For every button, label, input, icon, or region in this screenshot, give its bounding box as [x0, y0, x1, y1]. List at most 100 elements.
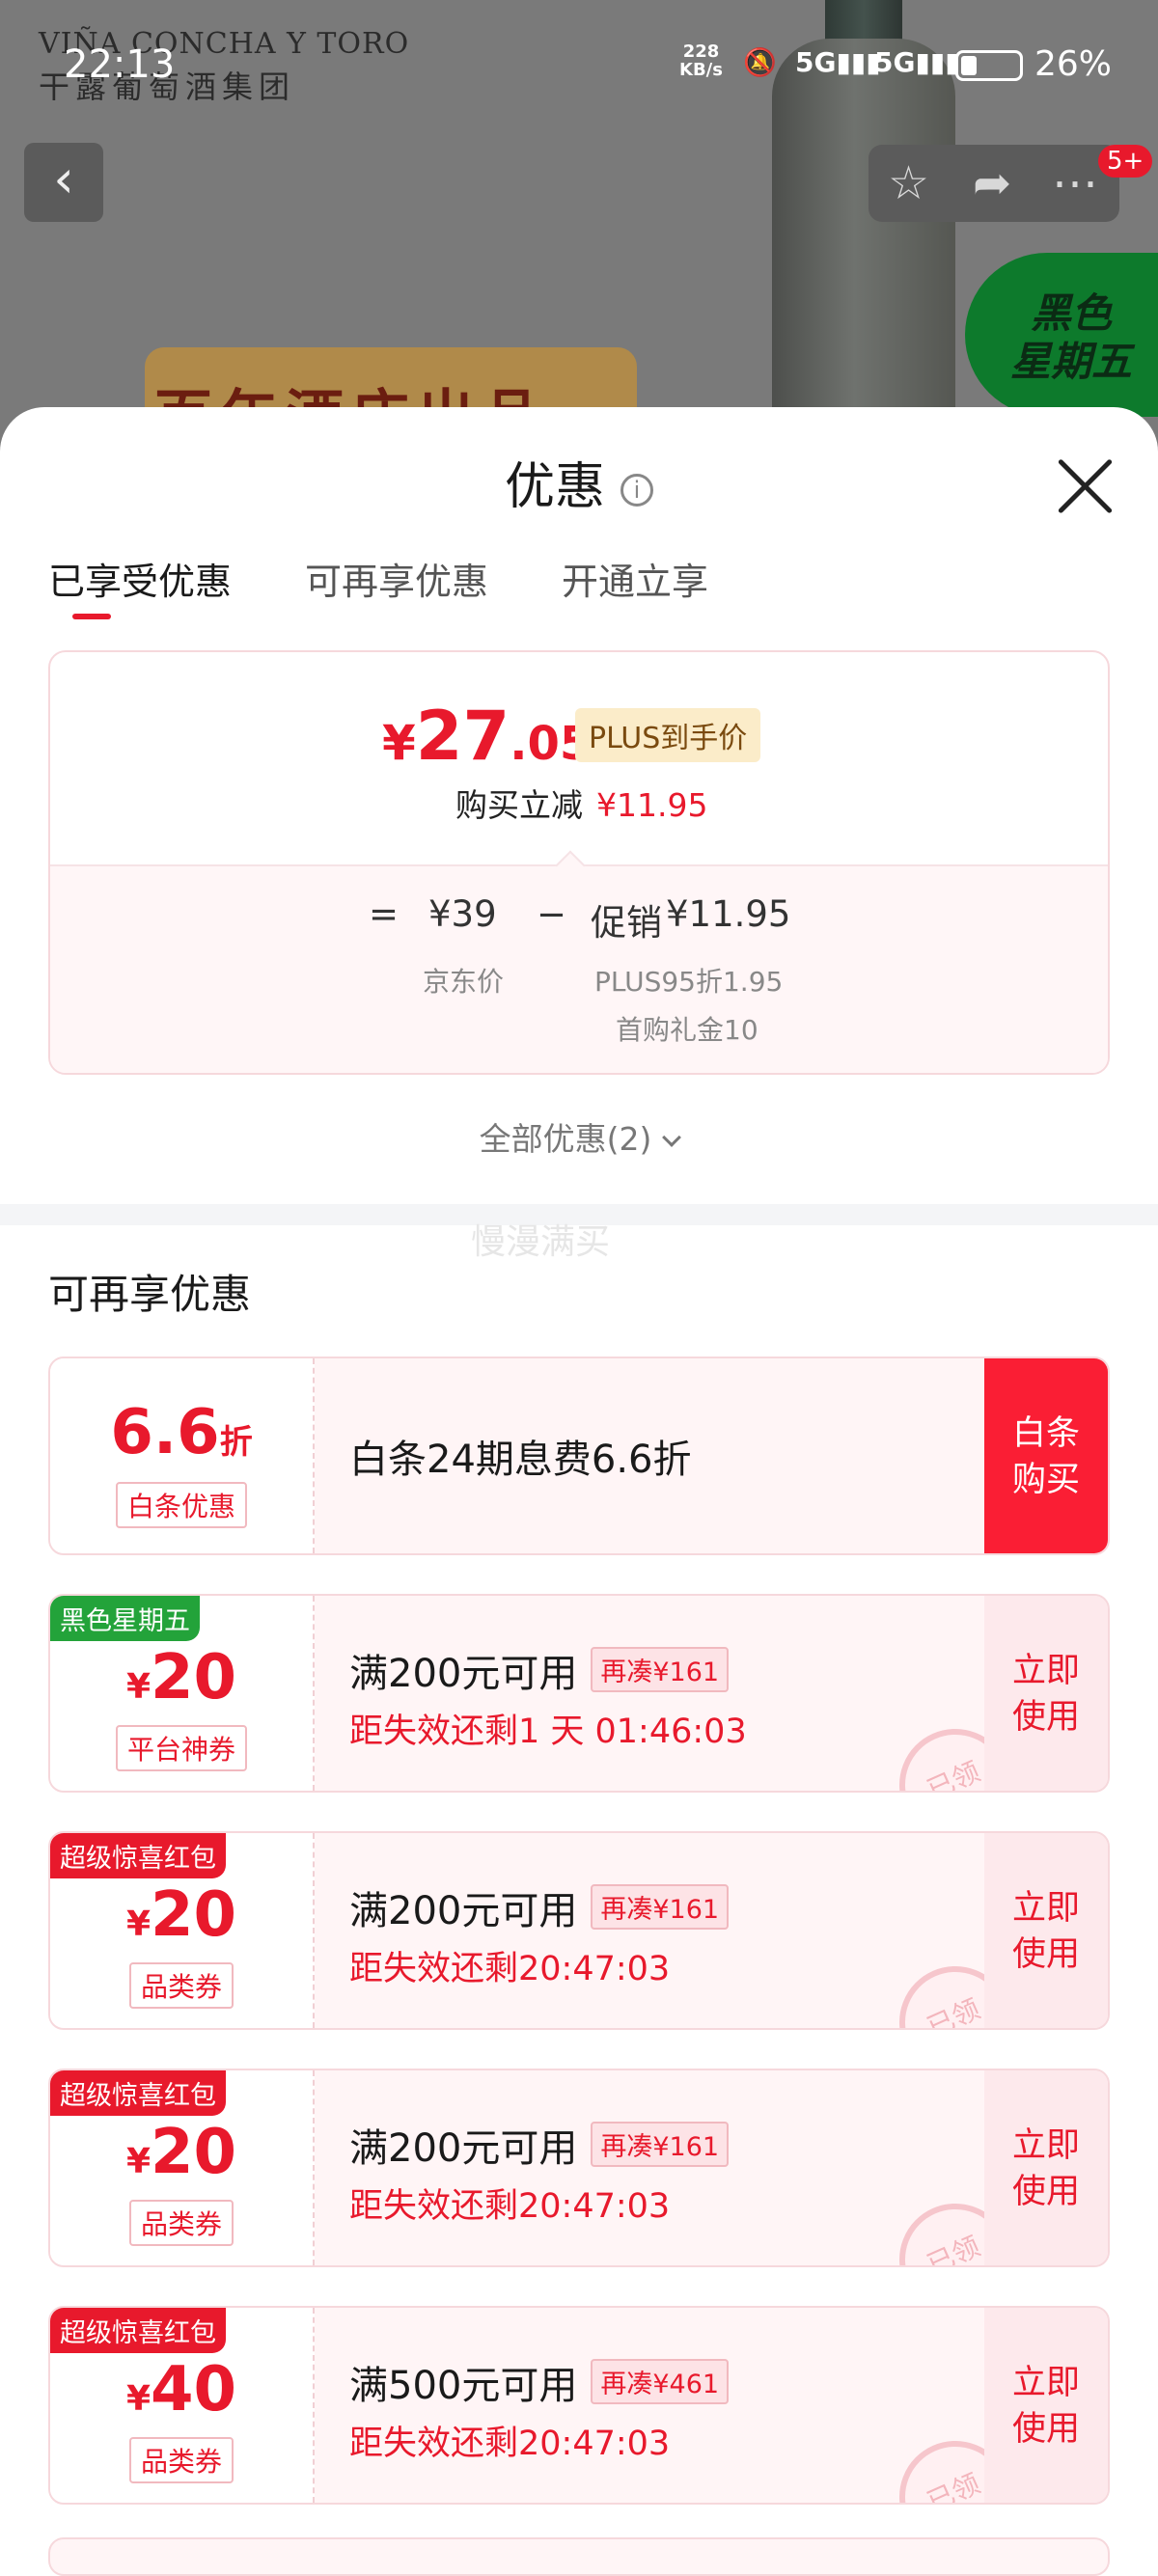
signal-icon-1: 5G▮▮▮ [795, 46, 881, 78]
more-icon[interactable]: ⋯ [1052, 156, 1098, 210]
all-promotions-toggle[interactable]: 全部优惠(2) [0, 1113, 1158, 1160]
tab-activate[interactable]: 开通立享 [562, 552, 708, 605]
coupon-gap-tag: 再凑¥161 [591, 2122, 730, 2167]
coupon-condition: 满200元可用 再凑¥161 [349, 2117, 730, 2173]
action-line-2: 使用 [1011, 2173, 1080, 2211]
coupon-card: ¥40 品类券 超级惊喜红包 满500元可用 再凑¥461 距失效还剩20:47:… [48, 2306, 1110, 2505]
badge-line-1: 黑色 [1030, 289, 1112, 337]
action-line-1: 白条 [1011, 1414, 1080, 1453]
promotion-sheet: 优惠 i 已享受优惠 可再享优惠 开通立享 ¥27.05 PLUS到手价 购买立减… [0, 407, 1158, 2576]
coupon-corner-tag: 黑色星期五 [50, 1596, 200, 1641]
price-breakdown [50, 864, 1108, 1073]
promo-detail-first-purchase: 首购礼金10 [616, 1014, 758, 1046]
coupon-countdown: 距失效还剩20:47:03 [349, 2425, 671, 2463]
all-promotions-label: 全部优惠(2) [479, 1120, 652, 1158]
coupon-countdown: 距失效还剩1 天 01:46:03 [349, 1713, 747, 1751]
message-count-badge: 5+ [1098, 145, 1153, 178]
coupon-currency: ¥ [125, 2142, 151, 2181]
coupon-condition: 满200元可用 再凑¥161 [349, 1879, 730, 1935]
use-now-button[interactable]: 立即 使用 [984, 1596, 1108, 1791]
jd-price-label: 京东价 [423, 966, 505, 998]
coupon-type-badge: 品类券 [128, 1962, 234, 2009]
coupon-card: 6.6折 白条优惠 白条24期息费6.6折 白条 购买 [48, 1357, 1110, 1555]
badge-line-2: 星期五 [1009, 338, 1132, 385]
coupon-amount-value: 40 [151, 2354, 237, 2425]
use-now-button[interactable]: 立即 使用 [984, 1833, 1108, 2028]
coupon-threshold: 满500元可用 [349, 2364, 578, 2408]
promo-label: 促销 [591, 902, 662, 944]
coupon-condition: 满500元可用 再凑¥461 [349, 2354, 730, 2410]
net-speed-unit: KB/s [679, 60, 723, 80]
coupon-currency: ¥ [125, 1667, 151, 1707]
battery-percent: 26% [1034, 44, 1113, 84]
chevron-down-icon [662, 1128, 682, 1147]
coupon-amount-value: 20 [151, 1642, 237, 1713]
minus-sign: − [537, 893, 567, 935]
baitiao-buy-button[interactable]: 白条 购买 [984, 1358, 1108, 1553]
net-speed-value: 228 [682, 41, 720, 62]
coupon-gap-tag: 再凑¥161 [591, 1884, 730, 1930]
coupon-countdown: 距失效还剩20:47:03 [349, 2187, 671, 2226]
black-friday-badge: 黑色 星期五 [965, 253, 1158, 417]
watermark-text: 慢漫满买 [471, 1222, 611, 1262]
favorite-star-icon[interactable]: ☆ [888, 156, 929, 210]
reduction-label: 购买立减 [455, 786, 583, 824]
coupon-corner-tag: 超级惊喜红包 [50, 1833, 226, 1878]
status-bar: 22:13 228 KB/s 🔕 5G▮▮▮ 5G▮▮▮ 26% [0, 0, 1158, 125]
coupon-amount-value: 20 [151, 1879, 237, 1951]
active-tab-indicator [72, 614, 111, 619]
coupon-amount-unit: 折 [219, 1423, 253, 1462]
coupon-amount: ¥20 [50, 1642, 313, 1713]
sheet-header: 优惠 i [0, 446, 1158, 518]
battery-icon [955, 50, 1023, 81]
action-line-2: 使用 [1011, 1698, 1080, 1737]
final-price-currency: ¥ [382, 715, 416, 771]
coupon-type-badge: 白条优惠 [115, 1482, 248, 1528]
signal-label-2: 5G [874, 46, 916, 78]
coupon-threshold: 满200元可用 [349, 1652, 578, 1696]
coupon-amount: ¥20 [50, 2117, 313, 2188]
coupon-amount: 6.6折 [50, 1397, 313, 1468]
tab-enjoyed[interactable]: 已享受优惠 [48, 552, 232, 605]
sheet-title: 优惠 [504, 458, 605, 516]
close-button[interactable] [1054, 455, 1116, 517]
top-actions: ☆ ➦ ⋯ [868, 145, 1119, 222]
action-line-1: 立即 [1011, 1652, 1080, 1690]
plus-price-tag: PLUS到手价 [575, 708, 761, 762]
price-summary-card: ¥27.05 PLUS到手价 购买立减 ¥11.95 = ¥39 − 促销 ¥11… [48, 650, 1110, 1075]
tab-more-available[interactable]: 可再享优惠 [305, 552, 488, 605]
promo-detail-plus: PLUS95折1.95 [594, 966, 784, 998]
coupon-condition: 白条24期息费6.6折 [349, 1438, 692, 1482]
jd-price: ¥39 [428, 893, 497, 935]
promo-value: ¥11.95 [666, 893, 791, 935]
coupon-gap-tag: 再凑¥461 [591, 2359, 730, 2404]
back-button[interactable]: ‹ [24, 143, 103, 222]
coupon-type-badge: 品类券 [128, 2437, 234, 2483]
action-line-1: 立即 [1011, 2364, 1080, 2402]
coupon-corner-tag: 超级惊喜红包 [50, 2070, 226, 2116]
signal-icon-2: 5G▮▮▮ [874, 46, 960, 78]
action-line-2: 使用 [1011, 2410, 1080, 2449]
share-icon[interactable]: ➦ [973, 156, 1011, 210]
use-now-button[interactable]: 立即 使用 [984, 2070, 1108, 2265]
net-speed: 228 KB/s [679, 42, 723, 79]
use-now-button[interactable]: 立即 使用 [984, 2308, 1108, 2503]
info-icon[interactable]: i [620, 474, 653, 507]
signal-label-1: 5G [795, 46, 837, 78]
final-price-int: 27 [415, 697, 510, 776]
next-coupon-card [48, 2537, 1110, 2576]
coupon-amount-value: 20 [151, 2117, 237, 2188]
reduction-value: ¥11.95 [596, 786, 708, 824]
status-time: 22:13 [64, 42, 176, 87]
coupon-currency: ¥ [125, 1905, 151, 1944]
action-line-2: 购买 [1011, 1461, 1080, 1499]
action-line-2: 使用 [1011, 1935, 1080, 1974]
action-line-1: 立即 [1011, 2126, 1080, 2165]
coupon-type-badge: 平台神券 [115, 1725, 248, 1771]
coupon-condition: 满200元可用 再凑¥161 [349, 1642, 730, 1698]
coupon-card: ¥20 品类券 超级惊喜红包 满200元可用 再凑¥161 距失效还剩20:47:… [48, 2069, 1110, 2267]
coupon-value-area: 6.6折 白条优惠 [50, 1358, 315, 1553]
instant-reduction: 购买立减 ¥11.95 [455, 780, 707, 826]
coupon-threshold: 满200元可用 [349, 2126, 578, 2171]
coupon-countdown: 距失效还剩20:47:03 [349, 1950, 671, 1988]
